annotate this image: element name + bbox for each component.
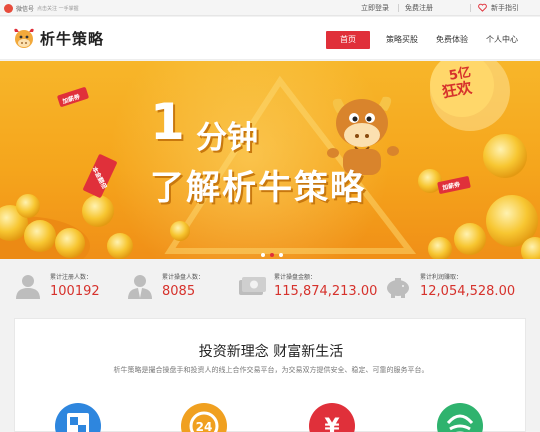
wechat-follow[interactable]: 微信号 点击关注 一手掌握 (4, 2, 79, 14)
headline-main: 了解析牛策略 (150, 168, 366, 208)
service-icon[interactable] (437, 403, 483, 432)
top-bar: 微信号 点击关注 一手掌握 立即登录 免费注册 新手指引 (0, 0, 540, 16)
promo-banner[interactable]: 1 分钟 了解析牛策略 5亿 狂欢 加薪券 加薪券 本金翻倍 (0, 61, 540, 259)
user-icon (16, 275, 40, 299)
intro-text: 析牛策略是撮合操盘手和投资人的线上合作交易平台，为交易双方提供安全、稳定、可靠的… (113, 366, 429, 374)
divider (398, 4, 399, 12)
intro-section: 投资新理念 财富新生活 析牛策略是撮合操盘手和投资人的线上合作交易平台，为交易双… (14, 318, 526, 432)
trader-icon (128, 275, 152, 299)
login-link[interactable]: 立即登录 (361, 3, 389, 13)
24h-icon[interactable]: 24 (181, 403, 227, 432)
money-icon (239, 277, 266, 295)
heart-icon (478, 3, 487, 12)
stat-label: 累计利润赚取： (420, 274, 463, 281)
nav-strategy-buy[interactable]: 策略买股 (380, 31, 424, 49)
svg-text:24: 24 (196, 420, 213, 432)
stat-value: 12,054,528.00 (420, 284, 516, 299)
guide-link[interactable]: 新手指引 (491, 3, 519, 13)
stat-label: 累计注册人数： (50, 274, 93, 281)
stat-value: 115,874,213.00 (274, 284, 378, 299)
svg-text:¥: ¥ (324, 415, 340, 432)
headline-top: 分钟 (196, 120, 258, 156)
stat-value: 100192 (50, 284, 100, 299)
nav-free-trial[interactable]: 免费体验 (430, 31, 474, 49)
wechat-icon (4, 3, 13, 13)
slogan-heading: 投资新理念 财富新生活 (198, 344, 344, 360)
stat-value: 8085 (162, 284, 196, 299)
bull-logo-icon[interactable] (12, 26, 36, 50)
security-icon[interactable] (55, 403, 101, 432)
stat-label: 累计操盘金额： (274, 274, 317, 281)
piggy-bank-icon (387, 278, 409, 298)
register-link[interactable]: 免费注册 (405, 3, 433, 13)
wechat-tip: 点击关注 一手掌握 (37, 5, 79, 12)
nav-home[interactable]: 首页 (326, 31, 370, 49)
stats-bar: 累计注册人数： 100192 累计操盘人数： 8085 累计操盘金额： 115,… (0, 260, 540, 310)
logo-text[interactable]: 析牛策略 (40, 28, 104, 49)
headline-number: 1 (150, 93, 185, 151)
divider (470, 4, 471, 12)
stat-label: 累计操盘人数： (162, 274, 205, 281)
nav-user-center[interactable]: 个人中心 (480, 31, 524, 49)
header: 析牛策略 首页 策略买股 免费体验 个人中心 (0, 17, 540, 60)
yuan-icon[interactable]: ¥ (309, 403, 355, 432)
wechat-label: 微信号 (16, 5, 35, 13)
